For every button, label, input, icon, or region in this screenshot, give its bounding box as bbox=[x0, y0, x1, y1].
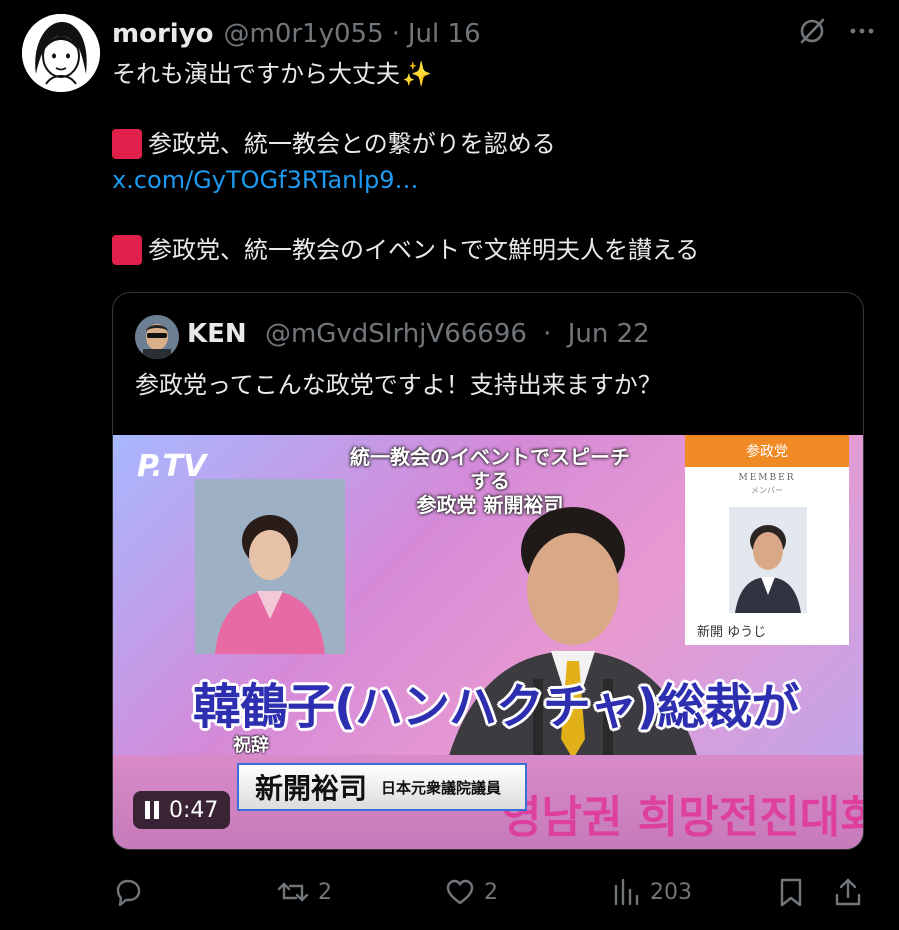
video-main-caption: 韓鶴子(ハンハクチャ)総裁が bbox=[193, 679, 799, 735]
share-icon bbox=[832, 876, 864, 908]
post-line-2: 参政党、統一教会との繋がりを認める bbox=[112, 126, 872, 162]
post-header: moriyo @m0r1y055 · Jul 16 bbox=[112, 16, 481, 52]
quoted-text: 参政党ってこんな政党ですよ！支持出来ますか？ bbox=[135, 371, 662, 399]
heart-icon bbox=[444, 876, 476, 908]
card-name: 新開 ゆうじ bbox=[697, 625, 767, 640]
red-square-icon bbox=[112, 129, 142, 159]
red-square-icon bbox=[112, 235, 142, 265]
views-count: 203 bbox=[650, 879, 692, 905]
avatar-illustration bbox=[22, 14, 100, 92]
video-time: 0:47 bbox=[169, 797, 219, 823]
post-body: それも演出ですから大丈夫 ✨ 参政党、統一教会との繋がりを認める x.com/G… bbox=[112, 56, 872, 268]
author-avatar[interactable] bbox=[22, 14, 100, 92]
bookmark-icon bbox=[776, 876, 806, 908]
post-date[interactable]: Jul 16 bbox=[408, 19, 481, 49]
share-button[interactable] bbox=[832, 874, 864, 910]
author-handle[interactable]: @m0r1y055 bbox=[224, 19, 384, 49]
bookmark-button[interactable] bbox=[776, 874, 806, 910]
quoted-author-avatar[interactable] bbox=[135, 315, 179, 359]
post-action-bar: 2 2 203 bbox=[112, 874, 872, 910]
repost-icon bbox=[276, 876, 310, 908]
like-count: 2 bbox=[484, 879, 498, 905]
quoted-header: KEN @mGvdSIrhjV66696 · Jun 22 bbox=[187, 319, 650, 349]
like-button[interactable]: 2 bbox=[444, 874, 498, 910]
quoted-post[interactable]: KEN @mGvdSIrhjV66696 · Jun 22 参政党ってこんな政党… bbox=[112, 292, 864, 850]
post-line-1: それも演出ですから大丈夫 ✨ bbox=[112, 56, 872, 92]
sparkles-icon: ✨ bbox=[402, 60, 432, 88]
video-playback-control[interactable]: 0:47 bbox=[133, 791, 231, 829]
repost-button[interactable]: 2 bbox=[276, 874, 332, 910]
more-icon[interactable] bbox=[847, 16, 877, 46]
speaker-nameplate: 新開裕司 日本元衆議院議員 bbox=[237, 763, 527, 811]
card-photo bbox=[729, 507, 807, 613]
separator-dot: · bbox=[543, 319, 552, 349]
quoted-author-name[interactable]: KEN bbox=[187, 319, 247, 349]
card-member-label: MEMBER bbox=[738, 473, 796, 483]
nameplate-name: 新開裕司 bbox=[255, 772, 368, 805]
views-icon bbox=[612, 876, 642, 908]
post-text-3: 参政党、統一教会のイベントで文鮮明夫人を讃える bbox=[148, 236, 700, 264]
separator-dot: · bbox=[391, 19, 400, 49]
card-member-sub: メンバー bbox=[751, 486, 783, 495]
views-button[interactable]: 203 bbox=[612, 874, 692, 910]
nameplate-title: 日本元衆議院議員 bbox=[381, 778, 502, 797]
inset-woman-photo bbox=[195, 479, 345, 654]
profile-card-inset: 参政党 MEMBER メンバー 新開 ゆうじ bbox=[685, 435, 849, 645]
quoted-author-handle[interactable]: @mGvdSIrhjV66696 bbox=[265, 319, 527, 349]
korean-banner-text: 영남권 희망전진대회 bbox=[501, 792, 864, 843]
grok-icon[interactable] bbox=[797, 16, 827, 46]
reply-button[interactable] bbox=[112, 874, 152, 910]
quoted-date[interactable]: Jun 22 bbox=[568, 319, 650, 349]
author-name[interactable]: moriyo bbox=[112, 19, 214, 49]
quoted-video[interactable]: P.TV 統一教会のイベントでスピーチする 参政党 新開裕司 参政党 MEMBE… bbox=[113, 435, 864, 849]
post-text-1: それも演出ですから大丈夫 bbox=[112, 60, 400, 88]
post-top-actions bbox=[797, 16, 877, 46]
post-link[interactable]: x.com/GyTOGf3RTanlp9… bbox=[112, 162, 419, 198]
repost-count: 2 bbox=[318, 879, 332, 905]
card-party-bar: 参政党 bbox=[685, 435, 849, 467]
post-line-link: x.com/GyTOGf3RTanlp9… bbox=[112, 162, 872, 198]
post-line-3: 参政党、統一教会のイベントで文鮮明夫人を讃える bbox=[112, 232, 872, 268]
reply-icon bbox=[112, 876, 144, 908]
card-party-label: 参政党 bbox=[746, 444, 788, 460]
shukuji-label: 祝辞 bbox=[233, 735, 269, 756]
quoted-avatar-photo bbox=[135, 315, 179, 359]
post-text-2: 参政党、統一教会との繋がりを認める bbox=[148, 130, 556, 158]
pause-icon[interactable] bbox=[145, 801, 159, 819]
